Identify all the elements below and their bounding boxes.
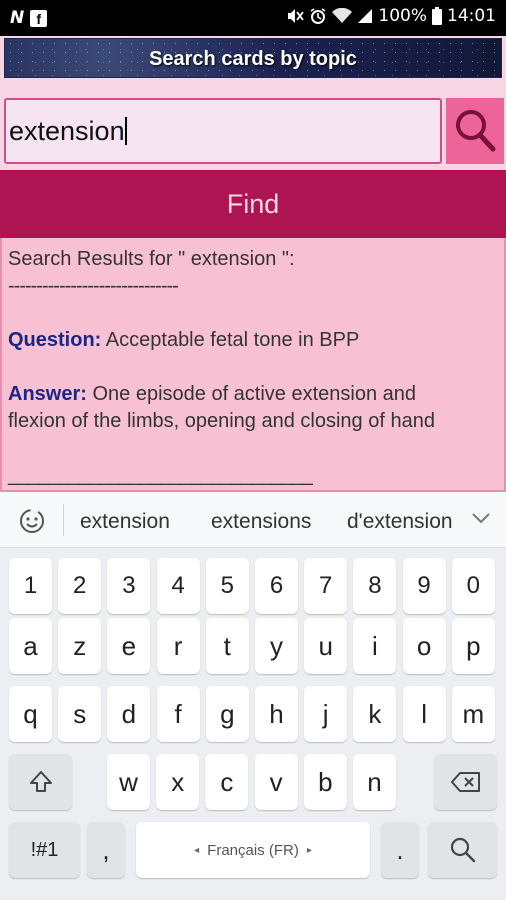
number-key-3[interactable]: 3 xyxy=(107,558,151,614)
number-key-1[interactable]: 1 xyxy=(9,558,52,614)
status-bar: N f 100% 14:01 xyxy=(0,0,506,36)
results-separator-bottom: ______________________________ xyxy=(8,464,313,486)
shift-icon xyxy=(29,771,52,792)
backspace-icon xyxy=(450,772,480,792)
letter-key-b[interactable]: b xyxy=(303,754,347,810)
letter-key-j[interactable]: j xyxy=(304,686,348,742)
number-key-9[interactable]: 9 xyxy=(402,558,446,614)
search-input-value: extension xyxy=(9,115,125,146)
keyboard: extension extensions d'extension 1234567… xyxy=(0,492,506,900)
letter-key-i[interactable]: i xyxy=(353,618,397,674)
search-button[interactable] xyxy=(446,98,504,164)
title-bar: Search cards by topic xyxy=(4,38,502,78)
right-arrow-icon: ▸ xyxy=(306,844,312,856)
mute-icon xyxy=(288,9,305,23)
search-input[interactable]: extension xyxy=(4,98,442,164)
space-key[interactable]: ◂ Français (FR) ▸ xyxy=(136,822,370,878)
number-key-2[interactable]: 2 xyxy=(58,558,102,614)
letter-key-r[interactable]: r xyxy=(156,618,200,674)
n-notification-icon: N xyxy=(10,8,25,28)
symbols-key[interactable]: !#1 xyxy=(9,822,80,878)
number-key-7[interactable]: 7 xyxy=(304,558,348,614)
letter-key-a[interactable]: a xyxy=(9,618,52,674)
clock: 14:01 xyxy=(447,6,496,26)
suggestion-divider xyxy=(63,504,64,536)
letter-key-h[interactable]: h xyxy=(255,686,298,742)
page-title: Search cards by topic xyxy=(149,48,357,70)
letter-key-m[interactable]: m xyxy=(451,686,495,742)
letter-key-z[interactable]: z xyxy=(58,618,102,674)
left-arrow-icon: ◂ xyxy=(194,844,200,856)
number-key-4[interactable]: 4 xyxy=(156,558,200,614)
battery-icon xyxy=(432,7,442,25)
number-key-8[interactable]: 8 xyxy=(353,558,397,614)
suggestion-3[interactable]: d'extension xyxy=(347,510,453,534)
number-key-6[interactable]: 6 xyxy=(255,558,298,614)
facebook-icon: f xyxy=(30,9,48,27)
letter-key-k[interactable]: k xyxy=(353,686,397,742)
letter-key-l[interactable]: l xyxy=(402,686,446,742)
comma-key[interactable]: , xyxy=(87,822,125,878)
period-key[interactable]: . xyxy=(381,822,419,878)
find-button[interactable]: Find xyxy=(0,170,506,238)
results-separator: ------------------------------ xyxy=(8,275,179,297)
letter-key-c[interactable]: c xyxy=(205,754,249,810)
letter-key-n[interactable]: n xyxy=(353,754,396,810)
alarm-icon xyxy=(310,8,326,24)
backspace-key[interactable] xyxy=(434,754,497,810)
suggestion-2[interactable]: extensions xyxy=(211,510,311,534)
search-results: Search Results for " extension ": ------… xyxy=(0,238,506,492)
number-key-5[interactable]: 5 xyxy=(205,558,249,614)
signal-icon xyxy=(358,9,373,23)
letter-key-y[interactable]: y xyxy=(255,618,298,674)
battery-level: 100% xyxy=(378,6,427,26)
answer-text-line2: flexion of the limbs, opening and closin… xyxy=(8,410,435,432)
answer-row: Answer: One episode of active extension … xyxy=(8,381,498,408)
letter-key-s[interactable]: s xyxy=(58,686,102,742)
answer-text-line1: One episode of active extension and xyxy=(92,383,417,405)
suggestion-bar: extension extensions d'extension xyxy=(0,492,506,548)
letter-key-x[interactable]: x xyxy=(156,754,200,810)
letter-key-q[interactable]: q xyxy=(9,686,52,742)
letter-key-v[interactable]: v xyxy=(254,754,298,810)
text-cursor xyxy=(124,117,127,145)
letter-key-o[interactable]: o xyxy=(402,618,446,674)
search-icon xyxy=(456,110,496,152)
letter-key-t[interactable]: t xyxy=(205,618,249,674)
letter-key-e[interactable]: e xyxy=(107,618,151,674)
shift-key[interactable] xyxy=(9,754,72,810)
search-icon xyxy=(450,837,475,863)
letter-key-u[interactable]: u xyxy=(304,618,348,674)
question-row: Question: Acceptable fetal tone in BPP xyxy=(8,327,498,354)
search-row: extension xyxy=(4,98,504,164)
suggestion-1[interactable]: extension xyxy=(80,510,170,534)
answer-label: Answer: xyxy=(8,383,87,405)
chevron-down-icon[interactable] xyxy=(472,512,490,524)
question-text: Acceptable fetal tone in BPP xyxy=(105,329,360,351)
letter-key-p[interactable]: p xyxy=(451,618,495,674)
letter-key-d[interactable]: d xyxy=(107,686,151,742)
letter-key-g[interactable]: g xyxy=(205,686,249,742)
wifi-icon xyxy=(332,8,353,23)
number-key-0[interactable]: 0 xyxy=(451,558,495,614)
question-label: Question: xyxy=(8,329,102,351)
letter-key-w[interactable]: w xyxy=(107,754,150,810)
results-header: Search Results for " extension ": xyxy=(8,248,295,270)
letter-key-f[interactable]: f xyxy=(156,686,200,742)
emoji-icon[interactable] xyxy=(16,505,48,537)
search-key[interactable] xyxy=(428,822,497,878)
space-key-label: Français (FR) xyxy=(207,841,299,859)
